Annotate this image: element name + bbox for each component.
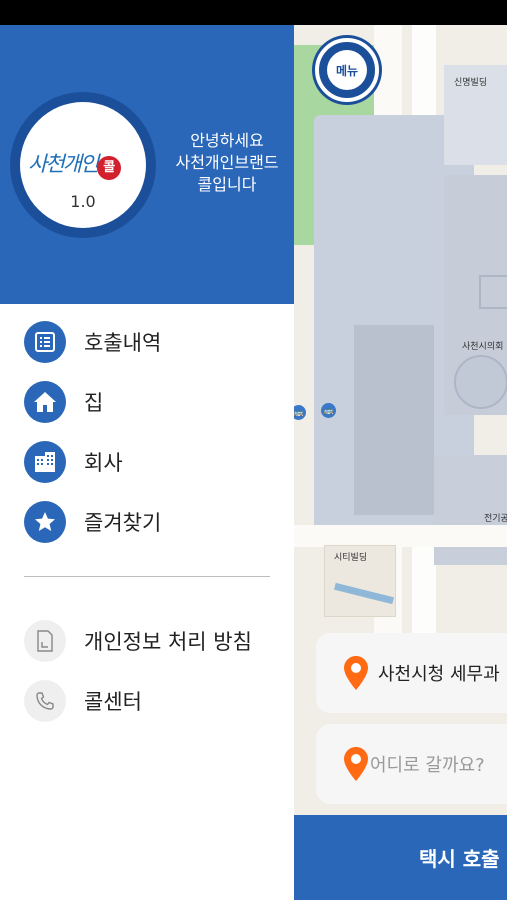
home-icon xyxy=(24,381,66,423)
app-logo: 사천개인 콜 1.0 xyxy=(10,92,156,238)
drawer-header: 사천개인 콜 1.0 안녕하세요 사천개인브랜드 콜입니다 xyxy=(0,25,294,304)
menu-item-privacy-policy[interactable]: 개인정보 처리 방침 xyxy=(0,611,294,671)
status-bar xyxy=(0,0,507,25)
origin-field[interactable]: 사천시청 세무과 xyxy=(316,633,507,713)
logo-text: 사천개인 콜 xyxy=(28,148,122,180)
app-version: 1.0 xyxy=(70,192,96,211)
menu-item-label: 콜센터 xyxy=(84,690,142,714)
map-round-building xyxy=(454,355,507,409)
map-block xyxy=(434,455,507,565)
menu-item-label: 회사 xyxy=(84,451,123,475)
bus-stop-icon[interactable]: 🚌 xyxy=(294,405,306,420)
map-label: 신명빌딩 xyxy=(454,78,488,88)
phone-icon xyxy=(24,680,66,722)
menu-item-call-center[interactable]: 콜센터 xyxy=(0,671,294,731)
menu-item-call-history[interactable]: 호출내역 xyxy=(0,312,294,372)
list-icon xyxy=(24,321,66,363)
menu-item-label: 개인정보 처리 방침 xyxy=(84,630,252,654)
drawer-sub-menu: 개인정보 처리 방침 콜센터 xyxy=(0,611,294,731)
building-icon xyxy=(24,441,66,483)
menu-item-favorites[interactable]: 즐겨찾기 xyxy=(0,492,294,552)
drawer-divider xyxy=(24,576,270,577)
location-pin-icon xyxy=(344,747,368,781)
map-label: 전기공 xyxy=(484,514,507,524)
origin-text: 사천시청 세무과 xyxy=(378,664,500,685)
logo-badge: 콜 xyxy=(97,156,122,180)
location-pin-icon xyxy=(344,656,368,690)
menu-button-label: 메뉴 xyxy=(327,50,367,90)
menu-item-office[interactable]: 회사 xyxy=(0,432,294,492)
menu-item-label: 즐겨찾기 xyxy=(84,511,162,535)
menu-button[interactable]: 메뉴 xyxy=(315,38,379,102)
drawer-menu: 호출내역 집 회사 즐겨찾기 xyxy=(0,312,294,552)
navigation-drawer: 사천개인 콜 1.0 안녕하세요 사천개인브랜드 콜입니다 호출내역 집 회사 … xyxy=(0,25,294,900)
destination-field[interactable]: 어디로 갈까요? xyxy=(316,724,507,804)
document-icon xyxy=(24,620,66,662)
menu-item-home[interactable]: 집 xyxy=(0,372,294,432)
bus-stop-icon[interactable]: 🚌 xyxy=(321,403,336,418)
menu-item-label: 집 xyxy=(84,391,104,415)
map-label: 사천시의회 xyxy=(462,342,504,352)
menu-item-label: 호출내역 xyxy=(84,331,162,355)
star-icon xyxy=(24,501,66,543)
map-square-building xyxy=(479,275,507,309)
map-block xyxy=(354,325,434,515)
map-label: 시티빌딩 xyxy=(334,553,368,563)
destination-placeholder: 어디로 갈까요? xyxy=(370,755,485,776)
map-road xyxy=(294,525,507,547)
greeting-text: 안녕하세요 사천개인브랜드 콜입니다 xyxy=(175,131,279,194)
call-taxi-button[interactable]: 택시 호출 xyxy=(294,815,507,900)
